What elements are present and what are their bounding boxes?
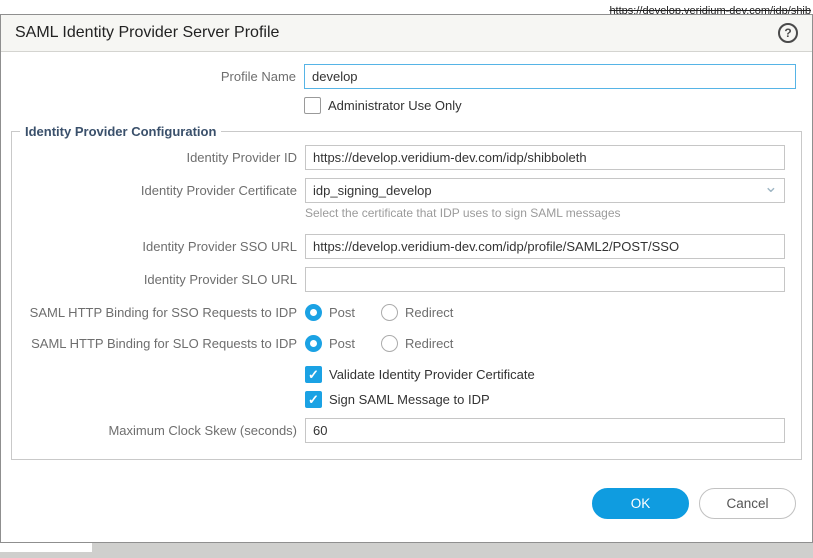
dialog-header: SAML Identity Provider Server Profile ? bbox=[1, 15, 812, 52]
profile-name-input[interactable] bbox=[304, 64, 796, 89]
chevron-down-icon: ⌄ bbox=[764, 182, 778, 192]
dialog-title: SAML Identity Provider Server Profile bbox=[15, 24, 279, 42]
slo-url-input[interactable] bbox=[305, 267, 785, 292]
radio-post-label: Post bbox=[329, 305, 355, 320]
slo-binding-row: SAML HTTP Binding for SLO Requests to ID… bbox=[12, 335, 801, 352]
clock-skew-input[interactable] bbox=[305, 418, 785, 443]
validate-cert-checkbox[interactable]: ✓ bbox=[305, 366, 322, 383]
background-page-bottom bbox=[0, 543, 813, 558]
admin-only-label: Administrator Use Only bbox=[328, 98, 462, 113]
dialog-footer: OK Cancel bbox=[1, 488, 812, 519]
background-page-bottom-white bbox=[0, 543, 92, 552]
saml-idp-server-profile-dialog: SAML Identity Provider Server Profile ? … bbox=[0, 14, 813, 543]
ok-button[interactable]: OK bbox=[592, 488, 689, 519]
dialog-body: Profile Name ✓ Administrator Use Only Id… bbox=[1, 52, 812, 542]
check-icon: ✓ bbox=[308, 393, 319, 406]
idp-certificate-hint-row: Select the certificate that IDP uses to … bbox=[12, 206, 801, 220]
sign-saml-checkbox[interactable]: ✓ bbox=[305, 391, 322, 408]
slo-url-label: Identity Provider SLO URL bbox=[12, 271, 305, 288]
sso-binding-redirect-option[interactable]: Redirect bbox=[381, 304, 453, 321]
idp-certificate-row: Identity Provider Certificate idp_signin… bbox=[12, 178, 801, 203]
profile-name-row: Profile Name bbox=[1, 64, 812, 89]
background-url-text: https://develop.veridium-dev.com/idp/shi… bbox=[609, 5, 813, 14]
sign-saml-row: ✓ Sign SAML Message to IDP bbox=[12, 391, 801, 408]
check-icon: ✓ bbox=[308, 368, 319, 381]
cancel-button[interactable]: Cancel bbox=[699, 488, 796, 519]
slo-binding-post-option[interactable]: Post bbox=[305, 335, 355, 352]
sso-binding-label: SAML HTTP Binding for SSO Requests to ID… bbox=[12, 304, 305, 321]
slo-url-row: Identity Provider SLO URL bbox=[12, 267, 801, 292]
radio-redirect-label: Redirect bbox=[405, 336, 453, 351]
idp-id-label: Identity Provider ID bbox=[12, 149, 305, 166]
slo-binding-redirect-option[interactable]: Redirect bbox=[381, 335, 453, 352]
page: https://develop.veridium-dev.com/idp/shi… bbox=[0, 0, 813, 558]
admin-only-checkbox[interactable]: ✓ bbox=[304, 97, 321, 114]
help-icon[interactable]: ? bbox=[778, 23, 798, 43]
sso-url-row: Identity Provider SSO URL bbox=[12, 234, 801, 259]
validate-cert-label: Validate Identity Provider Certificate bbox=[329, 367, 535, 382]
radio-post[interactable] bbox=[305, 304, 322, 321]
admin-only-row: ✓ Administrator Use Only bbox=[1, 97, 812, 114]
clock-skew-label: Maximum Clock Skew (seconds) bbox=[12, 422, 305, 439]
idp-id-row: Identity Provider ID bbox=[12, 145, 801, 170]
sso-url-label: Identity Provider SSO URL bbox=[12, 238, 305, 255]
sso-binding-row: SAML HTTP Binding for SSO Requests to ID… bbox=[12, 304, 801, 321]
idp-configuration-group: Identity Provider Configuration Identity… bbox=[11, 124, 802, 460]
idp-id-input[interactable] bbox=[305, 145, 785, 170]
sso-url-input[interactable] bbox=[305, 234, 785, 259]
slo-binding-label: SAML HTTP Binding for SLO Requests to ID… bbox=[12, 335, 305, 352]
profile-name-label: Profile Name bbox=[1, 68, 304, 85]
idp-configuration-legend: Identity Provider Configuration bbox=[20, 124, 221, 139]
sign-saml-label: Sign SAML Message to IDP bbox=[329, 392, 490, 407]
radio-post[interactable] bbox=[305, 335, 322, 352]
idp-certificate-value: idp_signing_develop bbox=[313, 183, 432, 198]
radio-redirect[interactable] bbox=[381, 304, 398, 321]
radio-redirect-label: Redirect bbox=[405, 305, 453, 320]
clock-skew-row: Maximum Clock Skew (seconds) bbox=[12, 418, 801, 443]
radio-post-label: Post bbox=[329, 336, 355, 351]
validate-cert-row: ✓ Validate Identity Provider Certificate bbox=[12, 366, 801, 383]
background-page-top: https://develop.veridium-dev.com/idp/shi… bbox=[0, 0, 813, 14]
sso-binding-post-option[interactable]: Post bbox=[305, 304, 355, 321]
idp-certificate-hint: Select the certificate that IDP uses to … bbox=[305, 206, 621, 220]
idp-certificate-label: Identity Provider Certificate bbox=[12, 182, 305, 199]
idp-certificate-select[interactable]: idp_signing_develop ⌄ bbox=[305, 178, 785, 203]
radio-redirect[interactable] bbox=[381, 335, 398, 352]
